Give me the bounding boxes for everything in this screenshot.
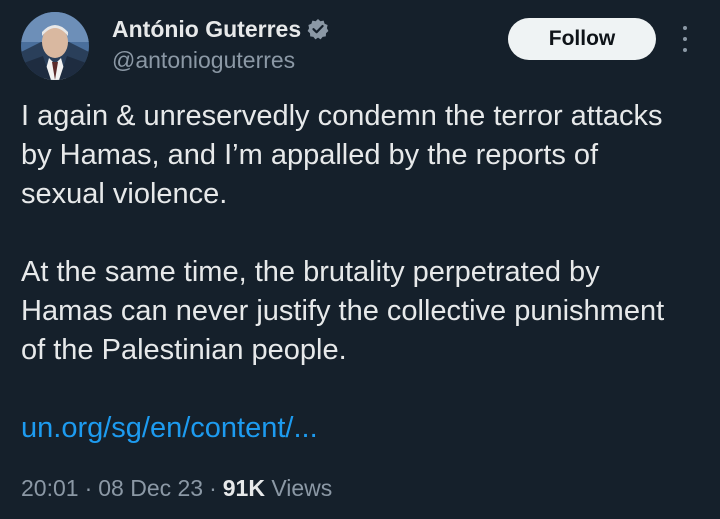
- more-options-icon[interactable]: [674, 24, 696, 54]
- user-name-row: António Guterres: [112, 15, 329, 43]
- tweet-meta: 20:01 · 08 Dec 23 · 91K Views: [21, 474, 332, 502]
- display-name[interactable]: António Guterres: [112, 15, 301, 43]
- tweet-paragraph-1: I again & unreservedly condemn the terro…: [21, 100, 663, 210]
- tweet-date[interactable]: 08 Dec 23: [98, 475, 203, 501]
- tweet-card: António Guterres @antonioguterres Follow…: [0, 0, 720, 519]
- meta-separator: ·: [209, 475, 217, 501]
- follow-button[interactable]: Follow: [508, 18, 656, 60]
- more-dot: [683, 26, 687, 30]
- verified-badge-icon[interactable]: [307, 18, 329, 40]
- tweet-paragraph-2: At the same time, the brutality perpetra…: [21, 256, 665, 366]
- more-dot: [683, 37, 687, 41]
- views-count[interactable]: 91K: [223, 475, 265, 501]
- tweet-link[interactable]: un.org/sg/en/content/...: [21, 409, 318, 448]
- tweet-text: I again & unreservedly condemn the terro…: [21, 97, 671, 370]
- meta-separator: ·: [84, 475, 93, 501]
- views-label: Views: [271, 475, 333, 501]
- avatar[interactable]: [21, 12, 89, 80]
- user-handle[interactable]: @antonioguterres: [112, 46, 295, 74]
- avatar-image: [21, 12, 89, 80]
- more-dot: [683, 48, 687, 52]
- tweet-time[interactable]: 20:01: [21, 475, 79, 501]
